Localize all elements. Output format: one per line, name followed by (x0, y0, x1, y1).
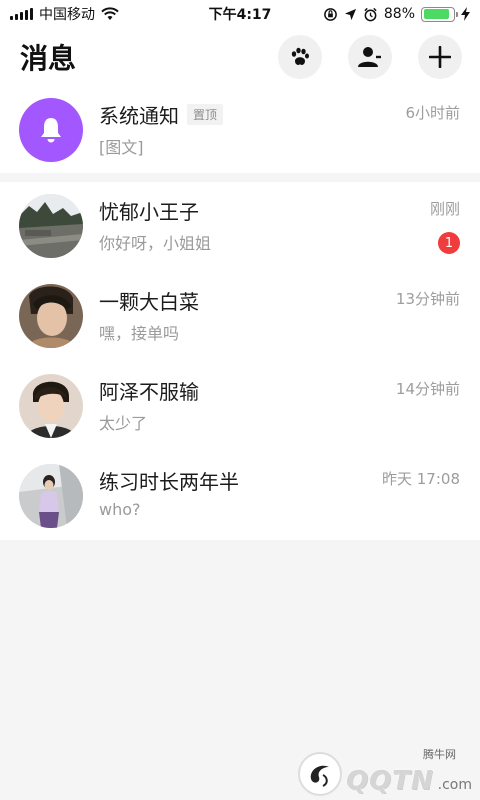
chat-row[interactable]: 忧郁小王子 你好呀，小姐姐 刚刚 1 (0, 182, 480, 272)
system-notice-avatar (19, 98, 83, 162)
avatar (19, 284, 83, 348)
contact-name: 一颗大白菜 (99, 290, 199, 314)
footprint-button[interactable] (278, 35, 322, 79)
message-time: 13分钟前 (395, 290, 460, 308)
avatar (19, 194, 83, 258)
system-notice-name: 系统通知 (99, 104, 179, 128)
battery-level (423, 9, 450, 19)
bell-icon (41, 118, 61, 143)
paw-icon (291, 47, 309, 65)
header: 消息 (0, 28, 480, 86)
avatar (19, 374, 83, 438)
last-message: 嘿，接单吗 (99, 324, 180, 343)
watermark-chinese: 腾牛网 (423, 748, 456, 761)
status-right: 88% (323, 6, 470, 22)
page-title: 消息 (20, 42, 77, 75)
person-icon (358, 47, 381, 67)
avatar-photo-man (19, 374, 83, 438)
avatar-photo-man (19, 284, 83, 348)
system-notice-row[interactable]: 系统通知 置顶 [图文] 6小时前 (0, 86, 480, 173)
avatar (19, 464, 83, 528)
watermark-latin: QQTN (345, 766, 434, 796)
message-time: 昨天 17:08 (382, 470, 460, 488)
message-time: 刚刚 (429, 200, 460, 218)
last-message: 你好呀，小姐姐 (99, 234, 212, 253)
contacts-button[interactable] (348, 35, 392, 79)
avatar-photo-woman (19, 464, 83, 528)
wifi-icon (101, 7, 119, 20)
system-notice-title: 系统通知 置顶 (99, 100, 224, 129)
pinned-section: 系统通知 置顶 [图文] 6小时前 (0, 86, 480, 173)
alarm-icon (364, 7, 377, 21)
pinned-tag: 置顶 (187, 104, 224, 125)
header-actions (278, 35, 462, 79)
charging-icon (461, 7, 470, 21)
watermark-logo (297, 752, 342, 796)
chat-list: 忧郁小王子 你好呀，小姐姐 刚刚 1 一颗大白菜 嘿，接单吗 13分钟前 阿泽不… (0, 182, 480, 540)
message-time: 14分钟前 (395, 380, 460, 398)
last-message: 太少了 (99, 414, 148, 433)
system-notice-time: 6小时前 (405, 104, 460, 122)
status-left: 中国移动 (10, 4, 119, 24)
battery-icon (421, 6, 458, 22)
swirl-icon (310, 765, 329, 787)
avatar-photo-landscape (19, 194, 83, 258)
contact-name: 忧郁小王子 (99, 200, 199, 224)
chat-row[interactable]: 阿泽不服输 太少了 14分钟前 (0, 362, 480, 452)
chat-row[interactable]: 练习时长两年半 who? 昨天 17:08 (0, 452, 480, 542)
battery-percent: 88% (383, 6, 415, 22)
carrier-label: 中国移动 (39, 7, 95, 23)
contact-name: 阿泽不服输 (99, 380, 199, 404)
plus-icon (429, 46, 451, 68)
chat-row[interactable]: 一颗大白菜 嘿，接单吗 13分钟前 (0, 272, 480, 362)
contact-name: 练习时长两年半 (99, 470, 239, 494)
location-icon (344, 8, 356, 20)
signal-icon (10, 8, 33, 20)
watermark-suffix: .com (437, 777, 472, 793)
rotation-lock-icon (324, 7, 337, 21)
system-notice-preview: [图文] (99, 138, 144, 157)
unread-badge: 1 (438, 232, 460, 254)
add-button[interactable] (418, 35, 462, 79)
last-message: who? (99, 500, 141, 519)
status-bar: 中国移动 下午4:17 88% (0, 0, 480, 28)
site-watermark: QQTN .com 腾牛网 (297, 748, 472, 796)
status-time: 下午4:17 (208, 7, 272, 23)
